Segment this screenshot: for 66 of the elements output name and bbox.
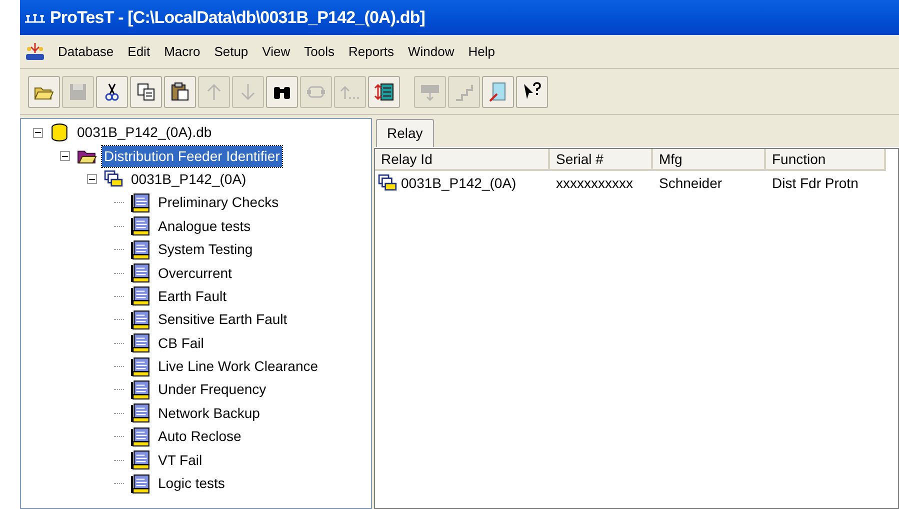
menu-item[interactable]: Help — [466, 42, 498, 62]
test-book-icon — [131, 286, 151, 306]
tree-item[interactable]: System Testing — [156, 239, 255, 260]
test-book-icon — [131, 263, 151, 284]
test-book-icon — [131, 333, 151, 354]
test-book-icon — [131, 216, 151, 236]
tree-item[interactable]: Under Frequency — [156, 379, 268, 400]
test-book-icon — [131, 240, 151, 260]
test-book-icon — [131, 426, 151, 447]
menu-item[interactable]: Macro — [162, 42, 202, 62]
column-header[interactable]: Function — [766, 149, 886, 171]
toolbar-button[interactable] — [266, 76, 298, 108]
table-cell-text: Schneider — [659, 174, 722, 192]
menu-item[interactable]: Reports — [346, 42, 396, 62]
menu-item[interactable]: View — [260, 42, 292, 62]
relay-icon — [378, 173, 398, 193]
table-cell-text: Dist Fdr Protn — [772, 174, 858, 192]
tree-item[interactable]: Auto Reclose — [156, 426, 244, 448]
test-book-icon — [131, 380, 151, 400]
test-book-icon — [131, 403, 151, 424]
toolbar-button[interactable] — [368, 76, 400, 108]
toolbar-button[interactable] — [96, 76, 128, 108]
tree-item[interactable]: 0031B_P142_(0A).db — [75, 122, 214, 144]
toolbar-button[interactable] — [130, 76, 162, 108]
test-book-icon — [131, 356, 151, 377]
tree-item[interactable]: 0031B_P142_(0A) — [129, 168, 248, 190]
database-icon — [50, 122, 70, 143]
test-book-icon — [131, 474, 151, 494]
tree-item[interactable]: Preliminary Checks — [156, 192, 281, 214]
app-icon — [24, 12, 46, 24]
tree-item[interactable]: Overcurrent — [156, 262, 234, 284]
menu-item[interactable]: Window — [406, 42, 456, 62]
relay-icon — [104, 169, 124, 190]
menu-item[interactable]: Tools — [302, 42, 336, 62]
column-header[interactable]: Relay Id — [375, 149, 550, 171]
tree-item[interactable]: VT Fail — [156, 450, 204, 471]
toolbar-button[interactable] — [164, 76, 196, 108]
collapse-toggle[interactable] — [33, 128, 43, 138]
tree-item[interactable]: Distribution Feeder Identifier — [102, 146, 282, 167]
toolbar-button[interactable] — [28, 76, 60, 108]
column-header[interactable]: Serial # — [550, 149, 653, 171]
app-menu-icon[interactable] — [24, 40, 46, 62]
copy-icon — [135, 80, 157, 102]
collapse-toggle[interactable] — [60, 151, 70, 162]
menu-item[interactable]: Setup — [212, 42, 250, 62]
tree-item[interactable]: Logic tests — [156, 473, 227, 494]
tree-item[interactable]: Sensitive Earth Fault — [156, 309, 290, 330]
table-cell-text: xxxxxxxxxxx — [556, 174, 633, 192]
tree-item[interactable]: CB Fail — [156, 332, 206, 354]
window-title: ProTesT - [C:\LocalData\db\0031B_P142_(0A).db] — [50, 6, 426, 29]
tree-item[interactable]: Live Line Work Clearance — [156, 356, 320, 378]
table-cell-text: 0031B_P142_(0A) — [401, 174, 516, 193]
toolbar-button[interactable] — [516, 76, 548, 108]
tree-item[interactable]: Analogue tests — [156, 216, 253, 237]
sort-list-icon — [373, 80, 395, 102]
test-book-icon — [131, 310, 151, 330]
tree-item[interactable]: Earth Fault — [156, 286, 228, 307]
column-header[interactable]: Mfg — [653, 149, 766, 171]
tree-item[interactable]: Network Backup — [156, 402, 262, 424]
menu-item[interactable]: Edit — [126, 42, 152, 62]
test-book-icon — [131, 450, 151, 470]
menu-item[interactable]: Database — [56, 42, 116, 62]
test-book-icon — [131, 192, 151, 213]
tab[interactable]: Relay — [376, 119, 434, 147]
clipboard-icon — [169, 80, 191, 102]
collapse-toggle[interactable] — [87, 174, 97, 184]
